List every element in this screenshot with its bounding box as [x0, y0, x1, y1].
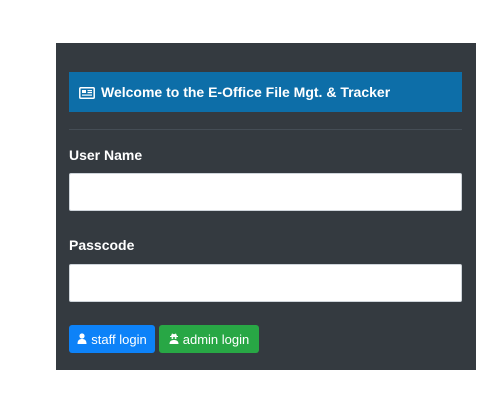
- passcode-input[interactable]: [69, 264, 462, 302]
- passcode-label: Passcode: [69, 237, 135, 253]
- newspaper-icon: [79, 86, 95, 99]
- staff-login-label: staff login: [91, 331, 147, 347]
- admin-login-label: admin login: [182, 331, 250, 347]
- welcome-header: Welcome to the E-Office File Mgt. & Trac…: [69, 72, 462, 112]
- staff-login-button[interactable]: staff login: [69, 325, 155, 353]
- header-divider: [69, 129, 462, 130]
- admin-login-button[interactable]: admin login: [159, 325, 259, 353]
- username-label: User Name: [69, 147, 143, 163]
- user-icon: [77, 332, 87, 347]
- user-secret-icon: [169, 332, 179, 347]
- username-input[interactable]: [69, 173, 462, 211]
- welcome-title: Welcome to the E-Office File Mgt. & Trac…: [101, 84, 391, 100]
